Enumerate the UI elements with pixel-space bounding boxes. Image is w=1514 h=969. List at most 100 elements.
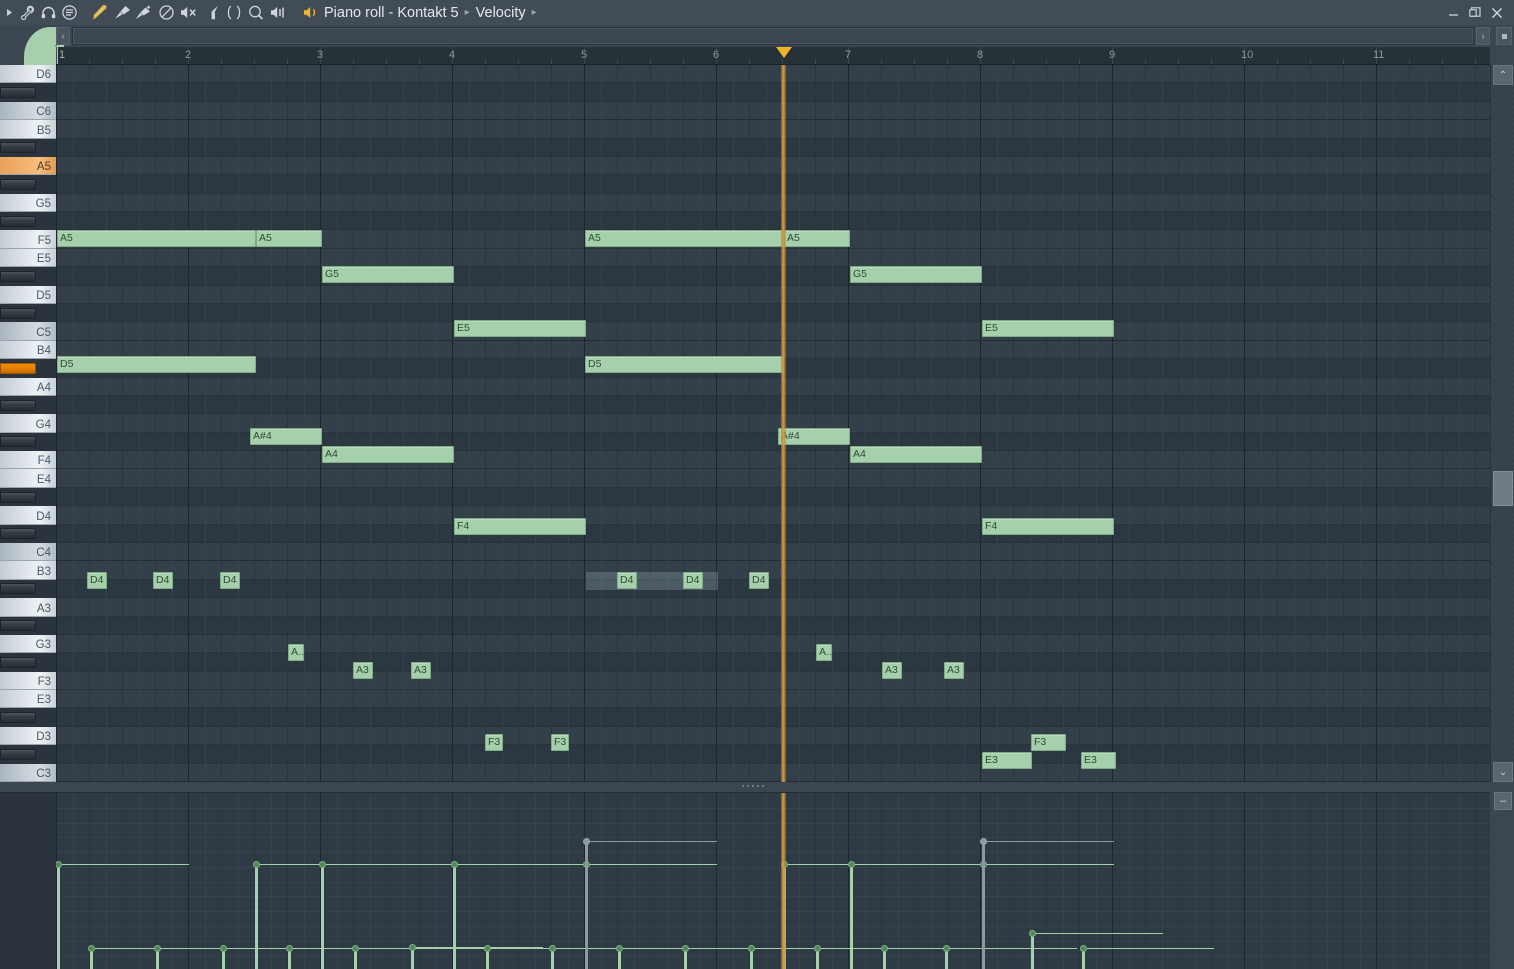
velocity-handle[interactable] [154, 945, 161, 952]
velocity-handle[interactable] [409, 944, 416, 951]
piano-key-csharp3[interactable] [0, 748, 36, 760]
close-button[interactable] [1486, 0, 1508, 25]
panel-splitter[interactable] [0, 782, 1514, 792]
vscroll-thumb[interactable] [1493, 471, 1513, 506]
piano-key-gsharp5[interactable] [0, 179, 36, 190]
velocity-handle[interactable] [88, 945, 95, 952]
scroll-up-button[interactable]: ⌃ [1493, 65, 1513, 85]
note-block[interactable]: D4 [220, 572, 240, 589]
velocity-bar[interactable] [982, 841, 985, 969]
velocity-handle[interactable] [220, 945, 227, 952]
velocity-bar[interactable] [585, 841, 588, 969]
velocity-handle[interactable] [352, 945, 359, 952]
note-block[interactable]: A#4 [250, 428, 322, 445]
playback-speaker-icon[interactable] [267, 0, 291, 25]
hscroll-resize-button[interactable] [1496, 27, 1512, 45]
piano-key-f4[interactable]: F4 [0, 451, 56, 470]
velocity-handle[interactable] [881, 945, 888, 952]
velocity-handle[interactable] [616, 945, 623, 952]
piano-key-fsharp4[interactable] [0, 436, 36, 448]
velocity-handle[interactable] [1029, 930, 1036, 937]
velocity-bar[interactable] [1031, 933, 1034, 969]
velocity-handle[interactable] [943, 945, 950, 952]
splitter-grip-icon[interactable] [742, 785, 764, 787]
piano-key-fsharp5[interactable] [0, 215, 36, 227]
piano-key-gsharp4[interactable] [0, 399, 36, 411]
velocity-bar[interactable] [57, 864, 60, 969]
velocity-collapse-button[interactable]: – [1494, 792, 1512, 810]
note-block[interactable]: A.. [288, 644, 304, 661]
velocity-handle[interactable] [319, 861, 326, 868]
piano-key-c4[interactable]: C4 [0, 543, 56, 562]
piano-key-dsharp5[interactable] [0, 270, 36, 282]
note-block[interactable]: F3 [485, 734, 503, 751]
scroll-left-button[interactable]: ‹ [56, 27, 70, 45]
note-block[interactable]: G5 [850, 266, 982, 283]
piano-key-fsharp3[interactable] [0, 657, 36, 668]
note-block[interactable]: F4 [454, 518, 586, 535]
hscroll-thumb[interactable] [73, 28, 1473, 44]
piano-key-g3[interactable]: G3 [0, 634, 56, 654]
note-block[interactable]: D4 [153, 572, 173, 589]
velocity-handle[interactable] [682, 945, 689, 952]
velocity-bar[interactable] [453, 864, 456, 969]
note-block[interactable]: A3 [882, 662, 902, 679]
note-block[interactable]: A.. [816, 644, 832, 661]
note-block[interactable]: F4 [982, 518, 1114, 535]
scroll-right-button[interactable]: › [1476, 27, 1490, 45]
note-block[interactable]: A4 [322, 446, 454, 463]
note-grid[interactable]: A5 A5 A5 A5 G5 G5 E5 E5 D5 D5 A#4 A#4 A4 A4 F4 F4 D4 D4 D4… [56, 65, 1490, 782]
minimize-button[interactable] [1442, 0, 1464, 25]
piano-key-c6[interactable]: C6 [0, 101, 56, 121]
piano-key-gsharp3[interactable] [0, 620, 36, 632]
select-brackets-icon[interactable] [223, 0, 245, 25]
note-block[interactable]: A5 [57, 230, 256, 247]
note-block[interactable]: D4 [749, 572, 769, 589]
piano-key-e5[interactable]: E5 [0, 248, 56, 268]
velocity-handle[interactable] [848, 861, 855, 868]
note-block[interactable]: A5 [585, 230, 784, 247]
velocity-handle[interactable] [451, 861, 458, 868]
note-block[interactable]: G5 [322, 266, 454, 283]
zoom-magnifier-icon[interactable] [245, 0, 267, 25]
piano-key-asharp3[interactable] [0, 583, 36, 595]
velocity-editor[interactable] [56, 792, 1490, 969]
piano-key-csharp5[interactable] [0, 307, 36, 319]
note-block[interactable]: D5 [585, 356, 784, 373]
piano-key-d4[interactable]: D4 [0, 506, 56, 525]
piano-key-d6[interactable]: D6 [0, 65, 56, 84]
velocity-handle[interactable] [286, 945, 293, 952]
piano-key-g5[interactable]: G5 [0, 193, 56, 213]
note-block[interactable]: A3 [944, 662, 964, 679]
piano-key-asharp5[interactable] [0, 142, 36, 154]
delete-slash-icon[interactable] [155, 0, 177, 25]
menu-list-icon[interactable] [58, 0, 80, 25]
hscroll-track[interactable] [72, 27, 1474, 45]
velocity-bar[interactable] [321, 864, 324, 969]
horizontal-scrollbar[interactable]: ‹ › [56, 27, 1490, 45]
slice-knife-icon[interactable] [201, 0, 223, 25]
velocity-bar[interactable] [255, 864, 258, 969]
paint-brush-icon[interactable] [111, 0, 133, 25]
piano-key-dsharp4[interactable] [0, 491, 36, 503]
wrench-icon[interactable] [18, 0, 38, 25]
piano-key-g4[interactable]: G4 [0, 414, 56, 433]
piano-key-b3[interactable]: B3 [0, 561, 56, 580]
playhead-marker-icon[interactable] [776, 47, 792, 58]
piano-key-asharp4[interactable] [0, 362, 36, 374]
maximize-button[interactable] [1464, 0, 1486, 25]
velocity-handle[interactable] [814, 945, 821, 952]
piano-key-csharp6[interactable] [0, 87, 36, 99]
draw-pencil-icon[interactable] [89, 0, 111, 25]
note-block[interactable]: F3 [551, 734, 569, 751]
timeline-ruler[interactable]: 1 2 3 4 5 6 7 8 9 10 11 [56, 47, 1490, 65]
piano-key-a4[interactable]: A4 [0, 377, 56, 396]
note-block[interactable]: E5 [982, 320, 1114, 337]
velocity-handle[interactable] [748, 945, 755, 952]
breadcrumb-velocity[interactable]: Velocity [476, 5, 526, 21]
piano-key-d5[interactable]: D5 [0, 285, 56, 304]
paint-add-icon[interactable] [133, 0, 155, 25]
velocity-handle[interactable] [1080, 945, 1087, 952]
piano-key-b4[interactable]: B4 [0, 340, 56, 360]
piano-key-a5[interactable]: A5 [0, 156, 56, 176]
